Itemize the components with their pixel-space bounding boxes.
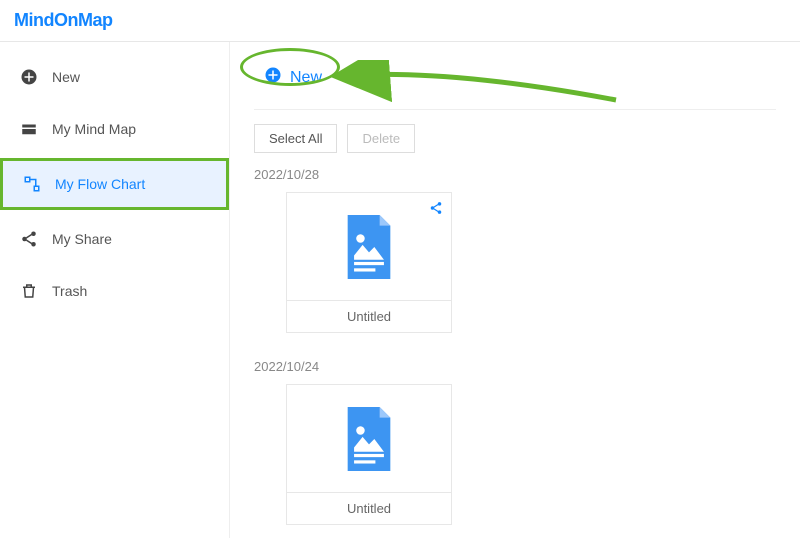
date-group-label: 2022/10/28 bbox=[254, 167, 776, 182]
main-area: New Select All Delete 2022/10/28 Untitle… bbox=[230, 42, 800, 538]
sidebar-item-trash[interactable]: Trash bbox=[0, 268, 229, 314]
sidebar-item-mindmap[interactable]: My Mind Map bbox=[0, 106, 229, 152]
card-thumbnail bbox=[287, 385, 451, 493]
plus-circle-icon bbox=[264, 66, 282, 89]
share-icon bbox=[429, 201, 443, 220]
new-button[interactable]: New bbox=[254, 60, 332, 95]
sidebar-item-share[interactable]: My Share bbox=[0, 216, 229, 262]
sidebar-item-label: Trash bbox=[52, 283, 87, 299]
sidebar-item-flowchart[interactable]: My Flow Chart bbox=[0, 158, 229, 210]
sidebar-item-label: My Share bbox=[52, 231, 112, 247]
flowchart-card[interactable]: Untitled bbox=[286, 192, 452, 333]
delete-button[interactable]: Delete bbox=[347, 124, 415, 153]
flowchart-icon bbox=[23, 175, 41, 193]
card-title: Untitled bbox=[287, 301, 451, 332]
card-thumbnail bbox=[287, 193, 451, 301]
new-button-row: New bbox=[254, 60, 776, 110]
layout: New My Mind Map My Flow Chart My Share T bbox=[0, 42, 800, 538]
trash-icon bbox=[20, 282, 38, 300]
card-title: Untitled bbox=[287, 493, 451, 524]
plus-circle-icon bbox=[20, 68, 38, 86]
flowchart-card[interactable]: Untitled bbox=[286, 384, 452, 525]
toolbar: Select All Delete bbox=[254, 124, 776, 153]
sidebar-item-label: My Flow Chart bbox=[55, 176, 145, 192]
date-group-label: 2022/10/24 bbox=[254, 359, 776, 374]
select-all-button[interactable]: Select All bbox=[254, 124, 337, 153]
sidebar-item-label: My Mind Map bbox=[52, 121, 136, 137]
sidebar: New My Mind Map My Flow Chart My Share T bbox=[0, 42, 230, 538]
new-button-label: New bbox=[290, 69, 322, 87]
app-header: MindOnMap bbox=[0, 0, 800, 42]
sidebar-item-label: New bbox=[52, 69, 80, 85]
sidebar-item-new[interactable]: New bbox=[0, 54, 229, 100]
share-icon bbox=[20, 230, 38, 248]
folder-icon bbox=[20, 120, 38, 138]
brand-logo: MindOnMap bbox=[14, 10, 112, 31]
